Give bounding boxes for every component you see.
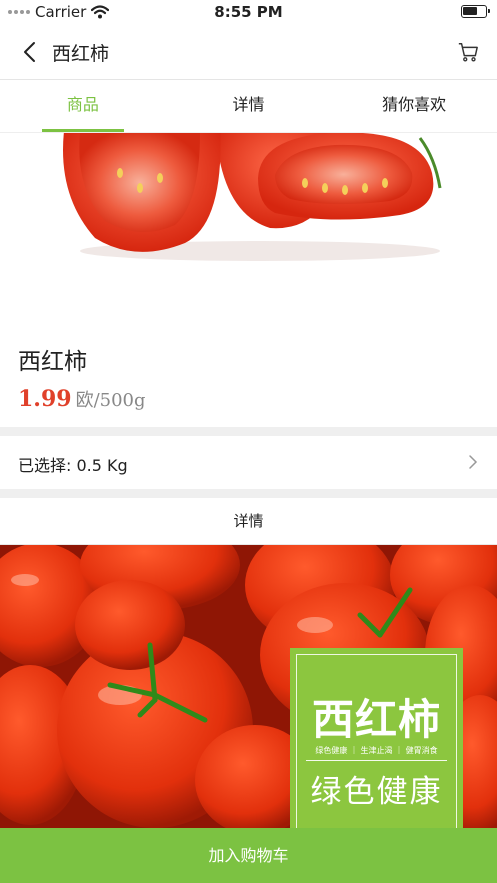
product-price: 1.99: [18, 386, 72, 412]
product-name: 西红柿: [18, 349, 87, 375]
price-row: 1.99 欧/500g: [18, 386, 146, 412]
back-chevron-icon[interactable]: [18, 40, 42, 64]
cart-icon[interactable]: [457, 41, 479, 63]
selected-spec-label: 已选择: 0.5 Kg: [18, 456, 128, 475]
battery-icon: [461, 5, 490, 18]
nav-bar: 西红柿: [0, 26, 497, 80]
section-divider: [0, 427, 497, 436]
badge-subtitle: 绿色健康 ｜ 生津止渴 ｜ 健胃消食: [315, 746, 438, 755]
product-badge: 西红柿 绿色健康 ｜ 生津止渴 ｜ 健胃消食 绿色健康: [290, 648, 463, 828]
status-time: 8:55 PM: [214, 3, 283, 21]
detail-heading: 详情: [0, 498, 497, 545]
price-unit: 欧/500g: [75, 390, 146, 411]
tab-details[interactable]: 详情: [166, 80, 332, 132]
badge-title: 西红柿: [311, 695, 441, 744]
chevron-right-icon: [469, 455, 478, 469]
spec-selector[interactable]: 已选择: 0.5 Kg: [0, 436, 497, 489]
tab-goods[interactable]: 商品: [0, 80, 166, 132]
badge-slogan: 绿色健康: [310, 774, 443, 810]
tab-recommendations[interactable]: 猜你喜欢: [331, 80, 497, 132]
tab-bar: 商品 详情 猜你喜欢: [0, 80, 497, 133]
product-image: [0, 133, 497, 323]
section-divider: [0, 489, 497, 498]
page-title: 西红柿: [52, 43, 110, 65]
status-bar: Carrier 8:55 PM: [0, 0, 497, 26]
add-to-cart-button[interactable]: 加入购物车: [0, 828, 497, 883]
